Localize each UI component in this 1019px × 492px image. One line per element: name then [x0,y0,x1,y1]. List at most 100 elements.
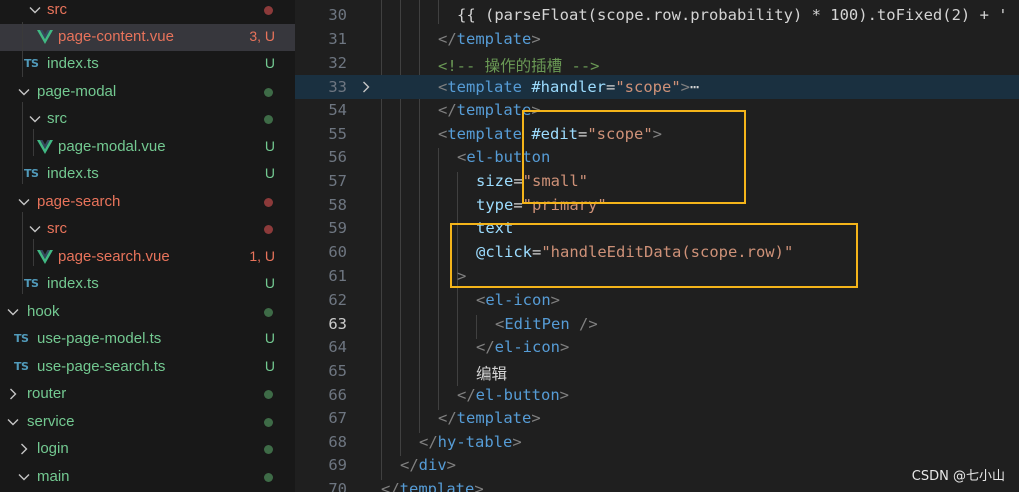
explorer-item-page-content-vue[interactable]: page-content.vue 3, U [0,24,295,51]
code-line[interactable]: 66 </el-button> [295,383,1019,407]
explorer-item-hook[interactable]: hook [0,299,295,326]
chevron-down-icon[interactable] [17,85,31,99]
line-number: 65 [328,362,347,380]
highlight-box-edit-slot [522,110,746,204]
code-token: template [447,78,522,96]
chevron-down-icon[interactable] [17,470,31,484]
code-token: el-icon [485,291,551,309]
code-text: <el-icon> [476,291,560,309]
line-number: 30 [328,6,347,24]
code-line[interactable]: 33 <template #handler="scope">⋯ [295,75,1019,99]
explorer-item-use-page-search-ts[interactable]: TS use-page-search.ts U [0,354,295,381]
git-status-badge: U [264,165,275,181]
explorer-item-page-modal[interactable]: page-modal [0,79,295,106]
explorer-item-main[interactable]: main [0,464,295,491]
git-status-badge: U [264,330,275,346]
chevron-right-icon[interactable] [6,387,20,401]
code-line[interactable]: 68 </hy-table> [295,430,1019,454]
explorer-sidebar: src page-content.vue 3, U TS index.ts Upage-m… [0,0,295,492]
explorer-item-index-ts[interactable]: TS index.ts U [0,161,295,188]
code-line[interactable]: 31 </template> [295,27,1019,51]
explorer-item-src[interactable]: src [0,106,295,133]
code-line[interactable]: 64 </el-icon> [295,335,1019,359]
code-text: <!-- 操作的插槽 --> [438,54,600,76]
tree-indent-guide [33,239,34,266]
fold-chevron-right-icon[interactable] [359,80,373,94]
tree-indent-guide [22,212,23,294]
explorer-item-index-ts[interactable]: TS index.ts U [0,51,295,78]
line-number: 33 [328,78,347,96]
code-line[interactable]: 69 </div> [295,453,1019,477]
explorer-item-router[interactable]: router [0,381,295,408]
code-line[interactable]: 32 <!-- 操作的插槽 --> [295,51,1019,75]
git-status-dot [264,308,273,317]
code-token: el-button [475,386,560,404]
code-text: <template #handler="scope">⋯ [438,78,699,96]
code-token: < [438,78,448,96]
line-number: 66 [328,386,347,404]
chevron-down-icon[interactable] [28,222,42,236]
code-text: </el-button> [457,386,569,404]
code-token: template [456,30,532,48]
chevron-right-icon[interactable] [17,442,31,456]
chevron-down-icon[interactable] [28,112,42,126]
chevron-down-icon[interactable] [6,305,20,319]
git-status-badge: 3, U [249,28,275,44]
code-token: <!-- 操作的插槽 --> [438,57,600,75]
explorer-item-src[interactable]: src [0,0,295,24]
code-token: > [512,433,522,451]
line-number: 56 [328,148,347,166]
code-text: </template> [381,480,484,492]
code-text: {{ (parseFloat(scope.row.probability) * … [457,6,1008,24]
git-status-badge: U [264,55,275,71]
explorer-item-login[interactable]: login [0,436,295,463]
explorer-item-label: hook [27,303,60,320]
code-line[interactable]: 67 </template> [295,406,1019,430]
code-line[interactable]: 65 编辑 [295,359,1019,383]
code-token: </ [476,338,495,356]
tree-indent-guide [22,22,23,77]
explorer-item-page-modal-vue[interactable]: page-modal.vue U [0,134,295,161]
chevron-down-icon[interactable] [17,195,31,209]
code-token: </ [381,480,400,492]
line-number: 54 [328,101,347,119]
explorer-item-label: src [47,220,67,237]
git-status-badge: 1, U [249,248,275,264]
vue-file-icon [37,140,53,154]
code-token: type [476,196,514,214]
code-token: > [446,456,457,474]
git-status-dot [264,418,273,427]
git-status-badge: U [264,358,275,374]
code-line[interactable]: 30 {{ (parseFloat(scope.row.probability) … [295,3,1019,27]
typescript-file-icon: TS [24,167,39,180]
chevron-down-icon[interactable] [6,415,20,429]
explorer-item-label: src [47,110,67,127]
explorer-item-page-search-vue[interactable]: page-search.vue 1, U [0,244,295,271]
line-number: 68 [328,433,347,451]
explorer-item-page-search[interactable]: page-search [0,189,295,216]
code-token: template [456,101,532,119]
explorer-item-label: page-modal [37,83,117,100]
code-line[interactable]: 63 <EditPen /> [295,312,1019,336]
line-number: 55 [328,125,347,143]
explorer-item-use-page-model-ts[interactable]: TS use-page-model.ts U [0,326,295,353]
code-token: </ [419,433,438,451]
explorer-item-service[interactable]: service [0,409,295,436]
code-editor[interactable]: 30 {{ (parseFloat(scope.row.probability) … [295,0,1019,492]
explorer-item-label: src [47,1,67,18]
code-token: > [550,291,561,309]
explorer-item-label: router [27,385,67,402]
code-token: EditPen [504,315,570,333]
code-line[interactable]: 62 <el-icon> [295,288,1019,312]
tree-indent-guide [22,102,23,184]
git-status-dot [264,225,273,234]
explorer-item-label: page-modal.vue [58,138,166,155]
code-token: < [438,125,448,143]
line-number: 69 [328,456,347,474]
code-token: div [418,456,447,474]
chevron-down-icon[interactable] [28,3,42,17]
explorer-item-index-ts[interactable]: TS index.ts U [0,271,295,298]
git-status-dot [264,390,273,399]
explorer-item-src[interactable]: src [0,216,295,243]
code-line[interactable]: 70 </template> [295,477,1019,492]
